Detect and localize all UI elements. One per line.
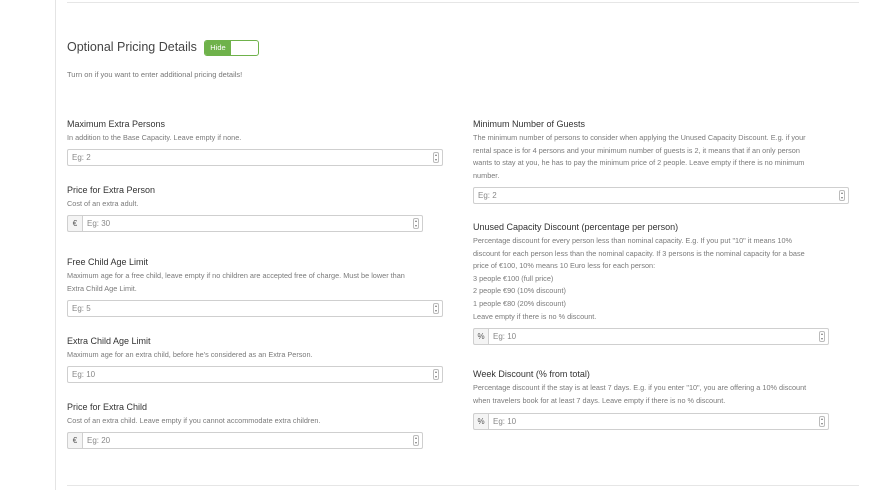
free-child-age-row: Eg: 5 bbox=[67, 300, 443, 317]
field-help: Maximum age for an extra child, before h… bbox=[67, 350, 313, 359]
unused-capacity-discount-input[interactable]: Eg: 10 bbox=[488, 328, 829, 345]
extra-child-age-field: Extra Child Age Limit Maximum age for an… bbox=[67, 335, 447, 362]
spinner-icon[interactable] bbox=[433, 152, 439, 163]
field-label: Extra Child Age Limit bbox=[67, 336, 151, 346]
spinner-icon[interactable] bbox=[433, 369, 439, 380]
section-intro: Turn on if you want to enter additional … bbox=[67, 70, 243, 79]
price-extra-person-row: € Eg: 30 bbox=[67, 215, 423, 232]
field-label: Unused Capacity Discount (percentage per… bbox=[473, 222, 679, 232]
free-child-age-field: Free Child Age Limit Maximum age for a f… bbox=[67, 256, 447, 295]
price-extra-person-input[interactable]: Eg: 30 bbox=[82, 215, 423, 232]
min-guests-row: Eg: 2 bbox=[473, 187, 849, 204]
field-label: Price for Extra Person bbox=[67, 185, 156, 195]
field-help: In addition to the Base Capacity. Leave … bbox=[67, 133, 242, 142]
extra-child-age-input[interactable]: Eg: 10 bbox=[67, 366, 443, 383]
field-help: Cost of an extra child. Leave empty if y… bbox=[67, 416, 321, 425]
unused-capacity-discount-field: Unused Capacity Discount (percentage per… bbox=[473, 221, 863, 323]
free-child-age-input[interactable]: Eg: 5 bbox=[67, 300, 443, 317]
field-label: Week Discount (% from total) bbox=[473, 369, 590, 379]
price-extra-person-field: Price for Extra Person Cost of an extra … bbox=[67, 184, 447, 211]
field-label: Minimum Number of Guests bbox=[473, 119, 586, 129]
field-help: Percentage discount if the stay is at le… bbox=[473, 383, 807, 405]
min-guests-field: Minimum Number of Guests The minimum num… bbox=[473, 118, 863, 182]
extra-child-age-row: Eg: 10 bbox=[67, 366, 443, 383]
field-label: Price for Extra Child bbox=[67, 402, 148, 412]
price-extra-child-row: € Eg: 20 bbox=[67, 432, 423, 449]
min-guests-input[interactable]: Eg: 2 bbox=[473, 187, 849, 204]
field-label: Maximum Extra Persons bbox=[67, 119, 166, 129]
section-title: Optional Pricing Details bbox=[67, 40, 197, 54]
bottom-divider bbox=[67, 485, 859, 486]
euro-addon: € bbox=[67, 215, 82, 232]
field-help: Maximum age for a free child, leave empt… bbox=[67, 271, 405, 293]
max-extra-persons-input[interactable]: Eg: 2 bbox=[67, 149, 443, 166]
price-extra-child-field: Price for Extra Child Cost of an extra c… bbox=[67, 401, 447, 428]
field-label: Free Child Age Limit bbox=[67, 257, 149, 267]
percent-addon: % bbox=[473, 328, 488, 345]
left-border bbox=[55, 0, 56, 490]
field-help: Percentage discount for every person les… bbox=[473, 236, 805, 321]
top-divider bbox=[67, 2, 859, 3]
spinner-icon[interactable] bbox=[413, 435, 419, 446]
max-extra-persons-field: Maximum Extra Persons In addition to the… bbox=[67, 118, 447, 145]
week-discount-row: % Eg: 10 bbox=[473, 413, 829, 430]
week-discount-field: Week Discount (% from total) Percentage … bbox=[473, 368, 863, 407]
week-discount-input[interactable]: Eg: 10 bbox=[488, 413, 829, 430]
max-extra-persons-row: Eg: 2 bbox=[67, 149, 443, 166]
unused-capacity-discount-row: % Eg: 10 bbox=[473, 328, 829, 345]
euro-addon: € bbox=[67, 432, 82, 449]
spinner-icon[interactable] bbox=[839, 190, 845, 201]
percent-addon: % bbox=[473, 413, 488, 430]
field-help: The minimum number of persons to conside… bbox=[473, 133, 806, 180]
spinner-icon[interactable] bbox=[413, 218, 419, 229]
hide-toggle[interactable]: Hide bbox=[204, 40, 259, 56]
toggle-label: Hide bbox=[205, 41, 231, 55]
field-help: Cost of an extra adult. bbox=[67, 199, 139, 208]
spinner-icon[interactable] bbox=[819, 331, 825, 342]
price-extra-child-input[interactable]: Eg: 20 bbox=[82, 432, 423, 449]
spinner-icon[interactable] bbox=[819, 416, 825, 427]
spinner-icon[interactable] bbox=[433, 303, 439, 314]
